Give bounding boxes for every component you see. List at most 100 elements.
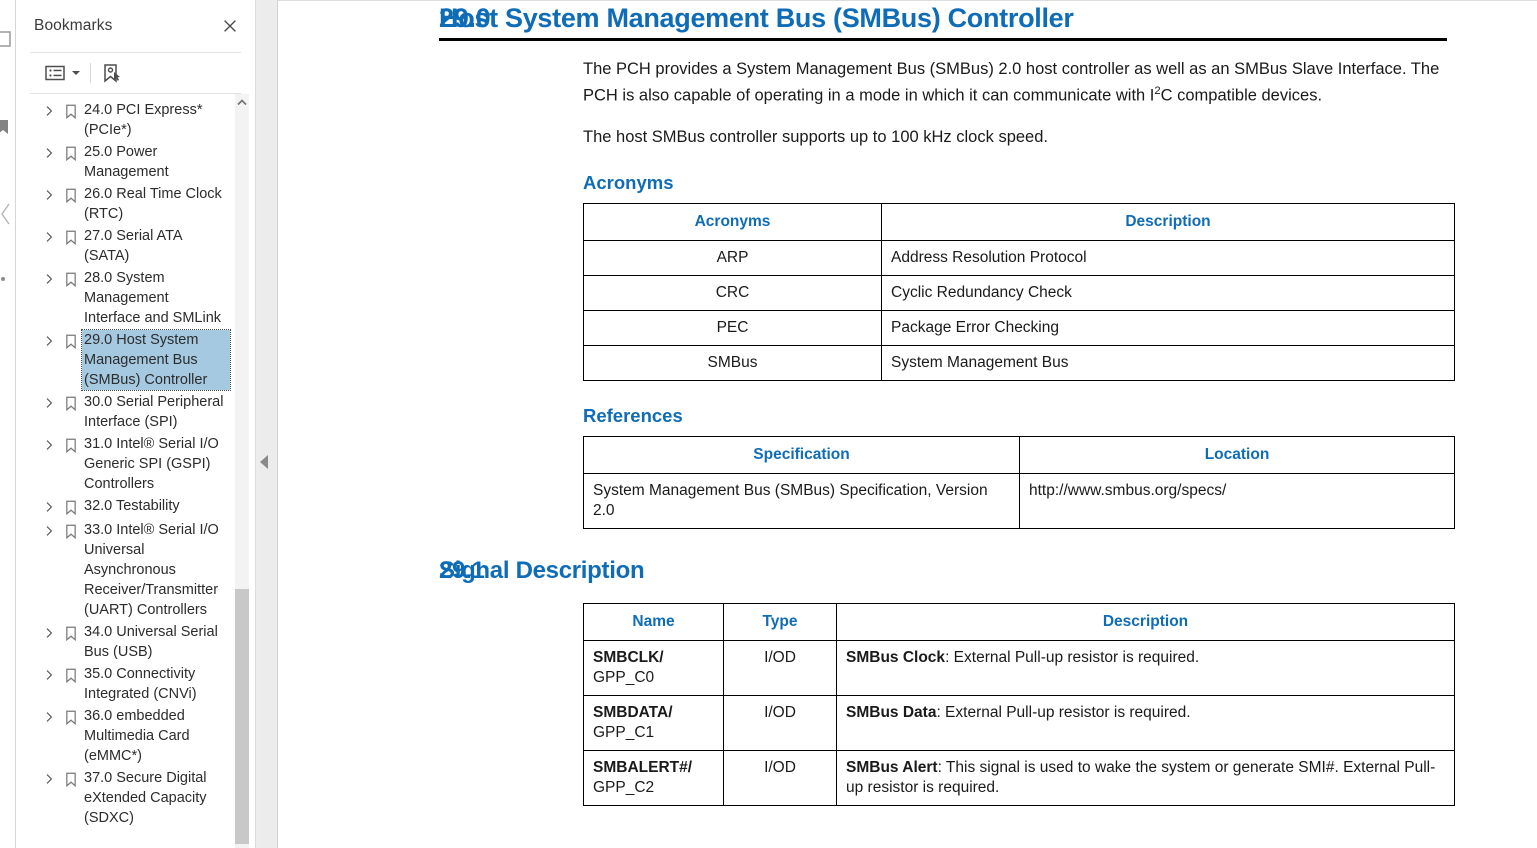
signal-name: SMBDATA/ — [593, 704, 673, 721]
references-table-header-row: Specification Location — [583, 436, 1455, 474]
panel-splitter[interactable] — [256, 0, 278, 848]
bookmark-item[interactable]: 34.0 Universal Serial Bus (USB) — [38, 622, 230, 664]
bookmarks-panel: Bookmarks 24.0 PCI Express* (PCIe*) 25.0… — [16, 0, 256, 848]
chevron-right-icon[interactable] — [38, 330, 60, 352]
acronym-description-cell: Package Error Checking — [881, 310, 1455, 346]
bookmark-icon — [60, 226, 82, 248]
chevron-right-icon[interactable] — [38, 664, 60, 686]
left-tool-rail — [0, 0, 16, 848]
bookmark-item[interactable]: 32.0 Testability — [38, 496, 230, 520]
chevron-right-icon[interactable] — [38, 184, 60, 206]
splitter-handle[interactable] — [259, 0, 275, 848]
bookmark-item[interactable]: 33.0 Intel® Serial I/O Universal Asynchr… — [38, 520, 230, 622]
chevron-right-icon[interactable] — [38, 226, 60, 248]
references-col-specification: Specification — [583, 436, 1020, 474]
new-bookmark-icon[interactable] — [99, 60, 125, 86]
signal-description-label: SMBus Clock — [846, 649, 946, 666]
bookmarks-panel-header: Bookmarks — [16, 0, 255, 52]
chevron-up-icon[interactable] — [235, 94, 249, 110]
bookmark-item-label: 30.0 Serial Peripheral Interface (SPI) — [84, 394, 224, 430]
references-table-body: System Management Bus (SMBus) Specificat… — [583, 473, 1455, 529]
signal-type-cell: I/OD — [723, 750, 837, 806]
attachment-icon[interactable] — [0, 270, 12, 288]
acronyms-table: Acronyms Description ARP Address Resoluti… — [583, 203, 1455, 381]
chevron-down-icon[interactable] — [68, 60, 84, 86]
signal-description-label: SMBus Alert — [846, 759, 938, 776]
bookmark-item[interactable]: 26.0 Real Time Clock (RTC) — [38, 184, 230, 226]
signal-pad: GPP_C1 — [593, 724, 655, 741]
intro-paragraph-1: The PCH provides a System Management Bus… — [583, 59, 1447, 107]
chevron-right-icon[interactable] — [38, 100, 60, 122]
bookmark-item[interactable]: 31.0 Intel® Serial I/O Generic SPI (GSPI… — [38, 434, 230, 496]
signal-pad: GPP_C0 — [593, 669, 655, 686]
table-row: SMBus System Management Bus — [583, 345, 1455, 381]
bookmark-item-label: 25.0 Power Management — [84, 144, 169, 180]
bookmark-item[interactable]: 24.0 PCI Express* (PCIe*) — [38, 100, 230, 142]
bookmarks-scrollbar-thumb[interactable] — [235, 589, 249, 844]
collapse-chevron-icon[interactable] — [0, 196, 12, 232]
chevron-right-icon[interactable] — [38, 268, 60, 290]
chevron-right-icon[interactable] — [38, 496, 60, 518]
bookmark-icon — [60, 184, 82, 206]
acronym-cell: CRC — [583, 275, 882, 311]
bookmark-item-label: 36.0 embedded Multimedia Card (eMMC*) — [84, 708, 190, 764]
bookmark-item-label: 27.0 Serial ATA (SATA) — [84, 228, 182, 264]
list-options-icon[interactable] — [42, 60, 68, 86]
bookmark-item[interactable]: 30.0 Serial Peripheral Interface (SPI) — [38, 392, 230, 434]
bookmark-item[interactable]: 27.0 Serial ATA (SATA) — [38, 226, 230, 268]
acronyms-heading: Acronyms — [583, 172, 674, 193]
bookmark-icon — [60, 496, 82, 518]
bookmarks-scrollbar[interactable] — [235, 94, 249, 848]
bookmark-icon — [60, 520, 82, 542]
table-row: CRC Cyclic Redundancy Check — [583, 275, 1455, 311]
document-viewport: 29.0 Host System Management Bus (SMBus) … — [278, 0, 1537, 848]
bookmark-icon — [60, 434, 82, 456]
toolbar-divider — [90, 63, 91, 83]
table-row: ARP Address Resolution Protocol — [583, 240, 1455, 276]
bookmark-item[interactable]: 28.0 System Management Interface and SML… — [38, 268, 230, 330]
chevron-right-icon[interactable] — [38, 434, 60, 456]
chevron-right-icon[interactable] — [38, 622, 60, 644]
bookmark-icon — [60, 100, 82, 122]
collapse-left-icon[interactable] — [260, 455, 268, 469]
bookmark-item[interactable]: 25.0 Power Management — [38, 142, 230, 184]
bookmarks-panel-title: Bookmarks — [34, 17, 113, 34]
intro-paragraph-1-part-b: C compatible devices. — [1160, 86, 1323, 104]
location-cell[interactable]: http://www.smbus.org/specs/ — [1019, 473, 1455, 529]
pdf-reader-window: Bookmarks 24.0 PCI Express* (PCIe*) 25.0… — [0, 0, 1537, 848]
signal-type-cell: I/OD — [723, 695, 837, 751]
bookmark-icon — [60, 768, 82, 790]
bookmark-item[interactable]: 37.0 Secure Digital eXtended Capacity (S… — [38, 768, 230, 830]
signal-name-cell: SMBDATA/GPP_C1 — [583, 695, 724, 751]
chevron-right-icon[interactable] — [38, 520, 60, 542]
chevron-right-icon[interactable] — [38, 142, 60, 164]
table-row: PEC Package Error Checking — [583, 310, 1455, 346]
document-body-column: The PCH provides a System Management Bus… — [278, 59, 1537, 529]
chevron-right-icon[interactable] — [38, 706, 60, 728]
acronym-cell: ARP — [583, 240, 882, 276]
signal-description-cell: SMBus Clock: External Pull-up resistor i… — [836, 640, 1455, 696]
bookmark-item[interactable]: 35.0 Connectivity Integrated (CNVi) — [38, 664, 230, 706]
signal-table-body: SMBCLK/GPP_C0 I/OD SMBus Clock: External P… — [583, 640, 1455, 806]
bookmark-item[interactable]: 36.0 embedded Multimedia Card (eMMC*) — [38, 706, 230, 768]
acronyms-table-header-row: Acronyms Description — [583, 203, 1455, 241]
signal-pad: GPP_C2 — [593, 779, 655, 796]
references-col-location: Location — [1019, 436, 1455, 474]
bookmark-item-label: 29.0 Host System Management Bus (SMBus) … — [81, 329, 231, 391]
bookmark-item-label: 28.0 System Management Interface and SML… — [84, 270, 222, 326]
bookmark-icon[interactable] — [0, 118, 12, 136]
close-icon[interactable] — [217, 13, 243, 39]
bookmark-item-label: 33.0 Intel® Serial I/O Universal Asynchr… — [84, 522, 219, 618]
chevron-right-icon[interactable] — [38, 768, 60, 790]
signal-description-table: Name Type Description SMBCLK/GPP_C0 I/OD S… — [583, 603, 1455, 806]
bookmark-item[interactable]: 29.0 Host System Management Bus (SMBus) … — [38, 329, 231, 392]
thumbnail-icon[interactable] — [0, 30, 12, 48]
references-heading: References — [583, 405, 683, 426]
bookmark-icon — [60, 392, 82, 414]
acronym-description-cell: Address Resolution Protocol — [881, 240, 1455, 276]
acronyms-col-acronyms: Acronyms — [583, 203, 882, 241]
acronyms-col-description: Description — [881, 203, 1455, 241]
bookmark-icon — [60, 706, 82, 728]
signal-type-cell: I/OD — [723, 640, 837, 696]
chevron-right-icon[interactable] — [38, 392, 60, 414]
